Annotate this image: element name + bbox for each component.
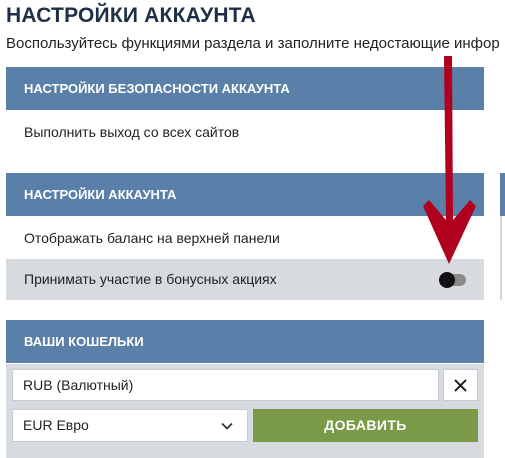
right-panel-edge	[500, 173, 505, 216]
add-wallet-button[interactable]: ДОБАВИТЬ	[253, 409, 478, 442]
wallet-item: RUB (Валютный)	[12, 369, 439, 401]
remove-wallet-button[interactable]	[443, 369, 478, 401]
account-section-header: НАСТРОЙКИ АККАУНТА	[6, 173, 484, 216]
bonus-promotions-toggle[interactable]	[439, 272, 466, 288]
show-balance-row[interactable]: Отображать баланс на верхней панели	[6, 218, 484, 259]
currency-select[interactable]: EUR Евро	[12, 409, 248, 442]
page-subtitle: Воспользуйтесь функциями раздела и запол…	[6, 35, 500, 52]
logout-all-sites-row[interactable]: Выполнить выход со всех сайтов	[6, 112, 484, 153]
toggle-knob	[439, 272, 455, 288]
close-icon	[454, 379, 467, 392]
right-panel-edge-line	[500, 216, 502, 300]
security-section-header: НАСТРОЙКИ БЕЗОПАСНОСТИ АККАУНТА	[6, 67, 484, 110]
wallets-section-header: ВАШИ КОШЕЛЬКИ	[6, 320, 484, 363]
bonus-promotions-row[interactable]: Принимать участие в бонусных акциях	[6, 259, 484, 300]
page-title: НАСТРОЙКИ АККАУНТА	[6, 4, 256, 27]
currency-select-value: EUR Евро	[23, 417, 89, 433]
chevron-down-icon	[221, 422, 233, 430]
